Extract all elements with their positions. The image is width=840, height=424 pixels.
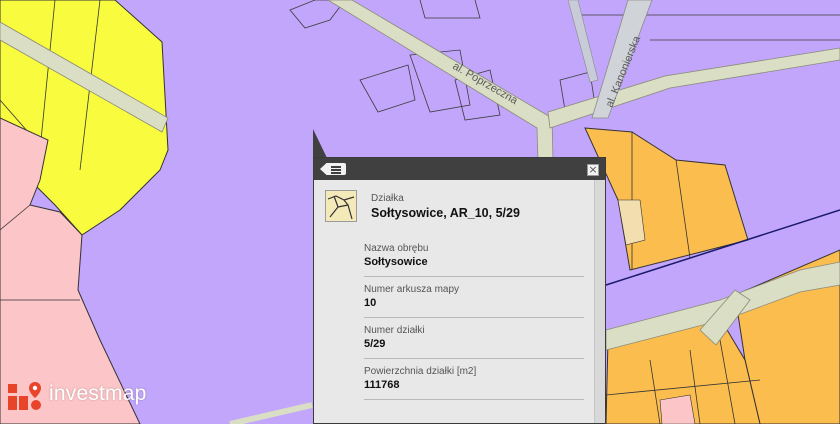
attribute-label: Numer arkusza mapy	[364, 284, 460, 295]
list-menu-icon[interactable]	[320, 163, 346, 175]
parcel-title: Sołtysowice, AR_10, 5/29	[371, 206, 520, 220]
parcel-map-icon	[325, 190, 357, 222]
attribute-label: Nazwa obrębu	[364, 243, 429, 254]
popup-scrollbar[interactable]	[594, 180, 605, 423]
close-icon[interactable]: ×	[587, 164, 599, 176]
attribute-row: Numer arkusza mapy 10	[364, 279, 584, 318]
attribute-label: Numer działki	[364, 325, 425, 336]
feature-type-label: Działka	[371, 193, 404, 204]
attribute-value: 10	[364, 297, 377, 309]
attribute-label: Powierzchnia działki [m2]	[364, 366, 477, 377]
attribute-value: 5/29	[364, 338, 386, 350]
logo-mark-icon	[8, 382, 41, 410]
attribute-row: Numer działki 5/29	[364, 320, 584, 359]
popup-pointer	[313, 129, 327, 158]
popup-content: Działka Sołtysowice, AR_10, 5/29 Nazwa o…	[314, 180, 605, 423]
parcel-info-popup: × Działka Sołtysowice, AR_10, 5/29 Nazwa…	[313, 157, 606, 424]
popup-header-bar: ×	[314, 158, 605, 180]
attribute-list: Nazwa obrębu Sołtysowice Numer arkusza m…	[364, 238, 584, 402]
attribute-value: 111768	[364, 379, 400, 391]
attribute-value: Sołtysowice	[364, 256, 428, 268]
attribute-row: Nazwa obrębu Sołtysowice	[364, 238, 584, 277]
attribute-row: Powierzchnia działki [m2] 111768	[364, 361, 584, 400]
logo-text: investmap	[49, 382, 147, 405]
